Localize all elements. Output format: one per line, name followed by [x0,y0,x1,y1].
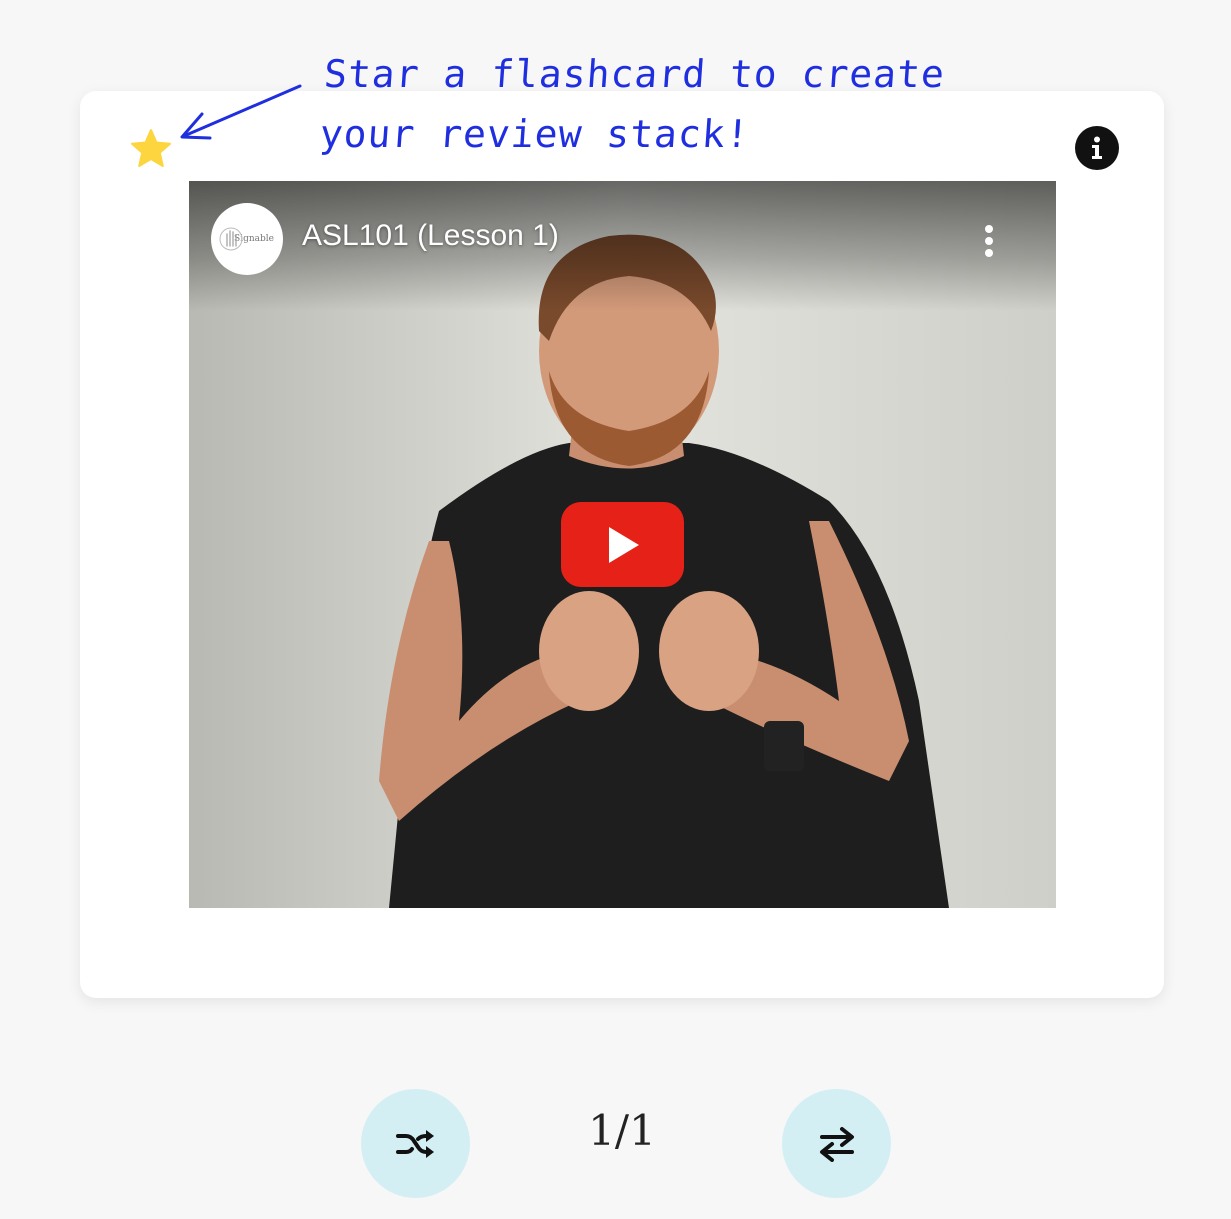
card-counter: 1/1 [588,1106,656,1155]
tip-line-2: your review stack! [318,112,752,156]
flashcard-page: Star a flashcard to create your review s… [0,0,1231,1219]
star-button[interactable] [129,127,173,171]
star-icon [131,129,171,167]
tip-annotation: Star a flashcard to create your review s… [318,44,947,164]
shuffle-icon [395,1129,434,1158]
swap-arrows-icon [819,1126,854,1162]
info-icon [1092,136,1102,159]
annotation-arrow-icon [180,84,302,140]
channel-avatar[interactable]: Signable [211,203,283,275]
info-button[interactable] [1075,126,1119,170]
hand-logo-icon [219,227,243,251]
youtube-play-icon [608,526,639,563]
tip-line-1: Star a flashcard to create [322,52,947,96]
play-button[interactable] [561,502,684,587]
video-embed[interactable]: Signable ASL101 (Lesson 1) [189,181,1056,908]
flip-button[interactable] [782,1089,891,1198]
shuffle-button[interactable] [361,1089,470,1198]
video-title[interactable]: ASL101 (Lesson 1) [302,219,559,253]
more-vertical-icon[interactable] [979,223,999,259]
